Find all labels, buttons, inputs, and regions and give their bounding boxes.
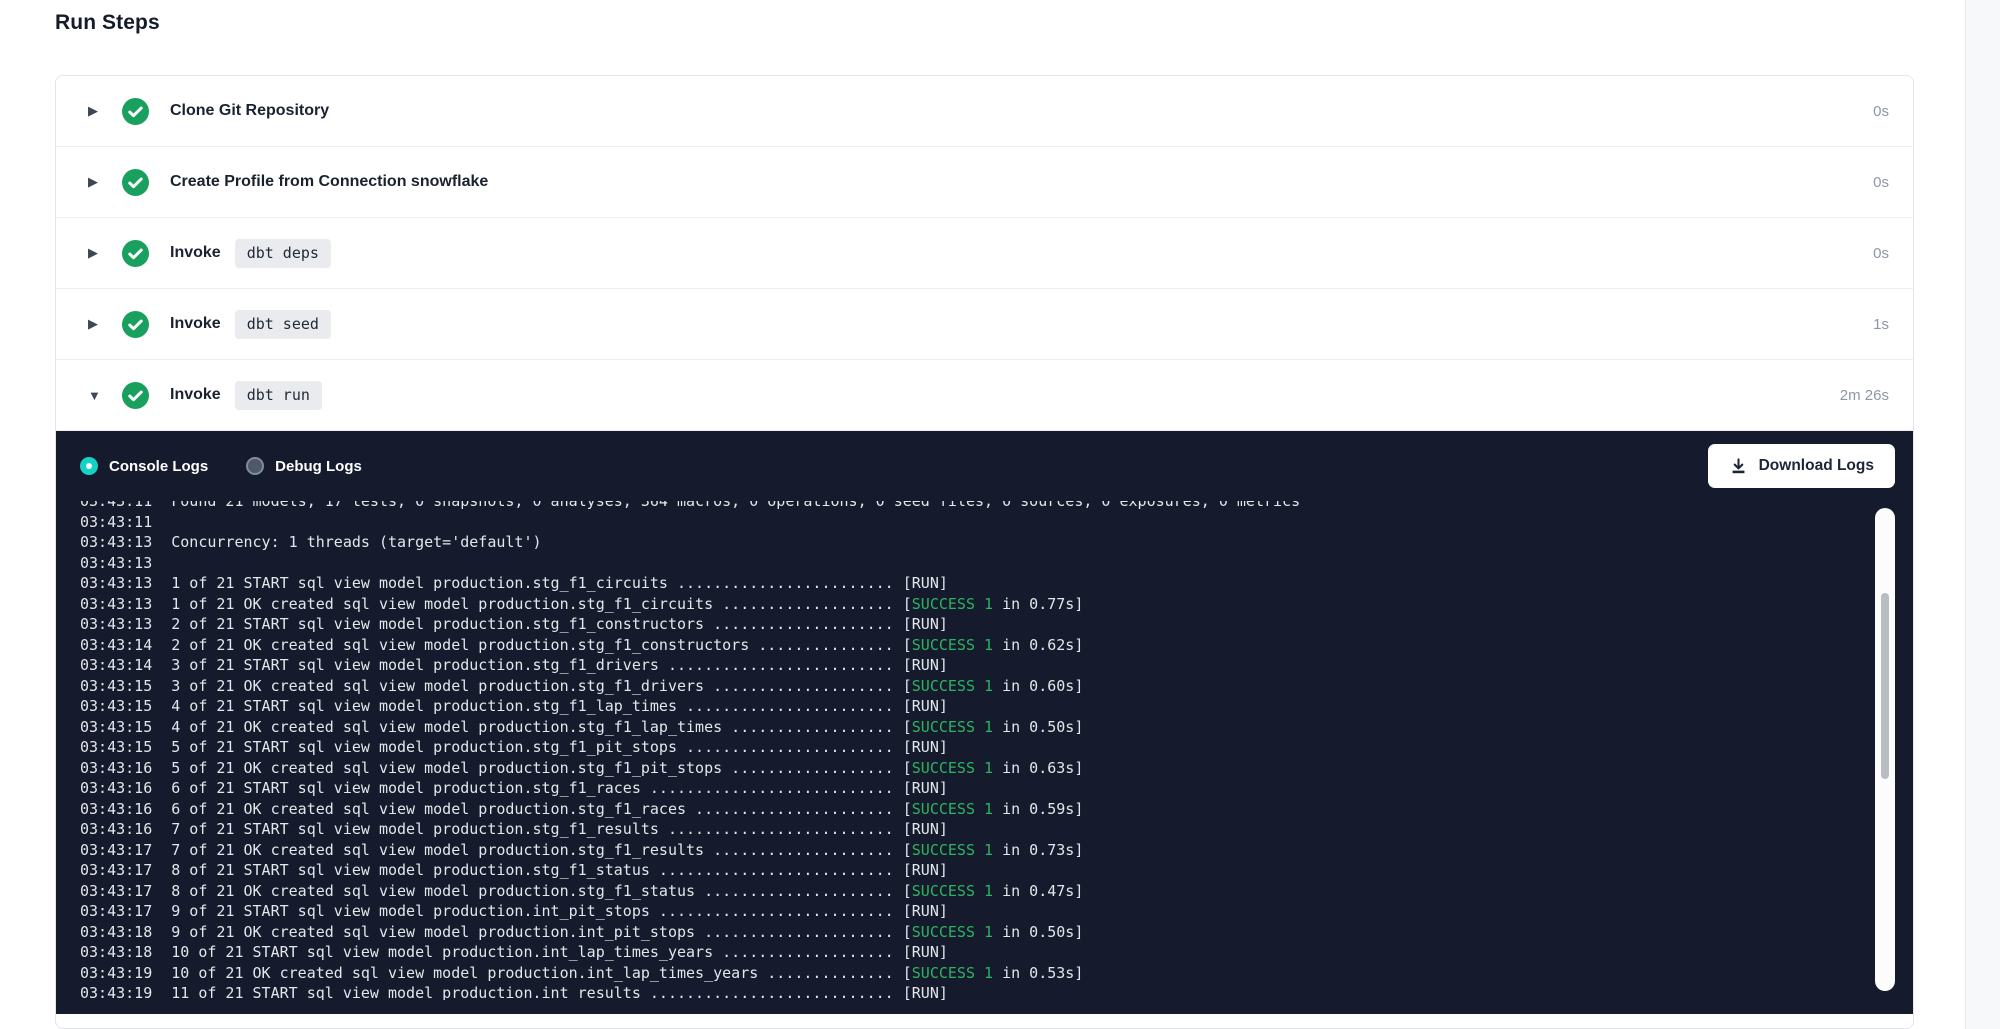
log-line: 03:43:131 of 21 OK created sql view mode… [80,594,1853,615]
radio-console-logs-label: Console Logs [109,458,208,475]
step-command-badge: dbt seed [235,310,331,339]
check-circle-icon [122,382,149,409]
page-title: Run Steps [55,11,160,35]
step-label: Invoke [170,244,221,262]
step-row[interactable]: ▶ Clone Git Repository 0s [56,76,1913,147]
log-line: 03:43:166 of 21 OK created sql view mode… [80,799,1853,820]
radio-unselected-icon [246,457,264,475]
page-right-gutter [1965,0,2000,1029]
steps-list: ▶ Clone Git Repository 0s ▶ Create Profi… [56,76,1913,431]
log-scrollbar-thumb[interactable] [1881,593,1889,779]
log-line: 03:43:178 of 21 START sql view model pro… [80,860,1853,881]
step-label: Create Profile from Connection snowflake [170,173,488,191]
chevron-right-icon[interactable]: ▶ [88,245,104,261]
download-logs-label: Download Logs [1759,457,1874,475]
log-line: 03:43:178 of 21 OK created sql view mode… [80,881,1853,902]
chevron-right-icon[interactable]: ▶ [88,316,104,332]
log-line: 03:43:13 [80,553,1853,574]
step-command-badge: dbt run [235,381,322,410]
log-panel: Console Logs Debug Logs Download Logs 03… [56,431,1913,1014]
log-line: 03:43:177 of 21 OK created sql view mode… [80,840,1853,861]
console-log-viewport: 03:43:11Found 21 models, 17 tests, 0 sna… [80,501,1853,1000]
log-line: 03:43:166 of 21 START sql view model pro… [80,778,1853,799]
radio-debug-logs-label: Debug Logs [275,458,362,475]
log-line: 03:43:167 of 21 START sql view model pro… [80,819,1853,840]
download-icon [1729,457,1748,476]
step-row[interactable]: ▶ Invoke dbt deps 0s [56,218,1913,289]
chevron-down-icon[interactable]: ▼ [88,388,104,403]
check-circle-icon [122,240,149,267]
run-steps-card: ▶ Clone Git Repository 0s ▶ Create Profi… [55,75,1914,1029]
log-line: 03:43:142 of 21 OK created sql view mode… [80,635,1853,656]
log-line: 03:43:1911 of 21 START sql view model pr… [80,983,1853,1000]
check-circle-icon [122,98,149,125]
log-line: 03:43:154 of 21 OK created sql view mode… [80,717,1853,738]
log-line: 03:43:143 of 21 START sql view model pro… [80,655,1853,676]
log-line: 03:43:132 of 21 START sql view model pro… [80,614,1853,635]
step-row[interactable]: ▶ Create Profile from Connection snowfla… [56,147,1913,218]
radio-debug-logs[interactable]: Debug Logs [246,457,362,475]
step-label: Clone Git Repository [170,102,329,120]
log-line: 03:43:155 of 21 START sql view model pro… [80,737,1853,758]
step-row[interactable]: ▼ Invoke dbt run 2m 26s [56,360,1913,431]
step-row[interactable]: ▶ Invoke dbt seed 1s [56,289,1913,360]
check-circle-icon [122,311,149,338]
check-circle-icon [122,169,149,196]
step-duration: 2m 26s [1840,387,1889,404]
log-line: 03:43:165 of 21 OK created sql view mode… [80,758,1853,779]
log-line: 03:43:1810 of 21 START sql view model pr… [80,942,1853,963]
log-line: 03:43:153 of 21 OK created sql view mode… [80,676,1853,697]
radio-selected-icon [80,457,98,475]
log-line: 03:43:131 of 21 START sql view model pro… [80,573,1853,594]
log-line: 03:43:1910 of 21 OK created sql view mod… [80,963,1853,984]
step-duration: 1s [1873,316,1889,333]
log-line: 03:43:13Concurrency: 1 threads (target='… [80,532,1853,553]
chevron-right-icon[interactable]: ▶ [88,103,104,119]
step-duration: 0s [1873,103,1889,120]
log-line: 03:43:154 of 21 START sql view model pro… [80,696,1853,717]
log-line: 03:43:189 of 21 OK created sql view mode… [80,922,1853,943]
log-line: 03:43:11 [80,512,1853,533]
log-line: 03:43:179 of 21 START sql view model pro… [80,901,1853,922]
step-label: Invoke [170,386,221,404]
log-line: 03:43:11Found 21 models, 17 tests, 0 sna… [80,501,1853,512]
download-logs-button[interactable]: Download Logs [1708,444,1895,488]
radio-console-logs[interactable]: Console Logs [80,457,208,475]
step-duration: 0s [1873,245,1889,262]
step-duration: 0s [1873,174,1889,191]
log-panel-header: Console Logs Debug Logs Download Logs [80,431,1895,501]
step-label: Invoke [170,315,221,333]
step-command-badge: dbt deps [235,239,331,268]
chevron-right-icon[interactable]: ▶ [88,174,104,190]
log-scrollbar-track[interactable] [1875,508,1895,991]
console-log-lines: 03:43:11Found 21 models, 17 tests, 0 sna… [80,501,1853,1000]
